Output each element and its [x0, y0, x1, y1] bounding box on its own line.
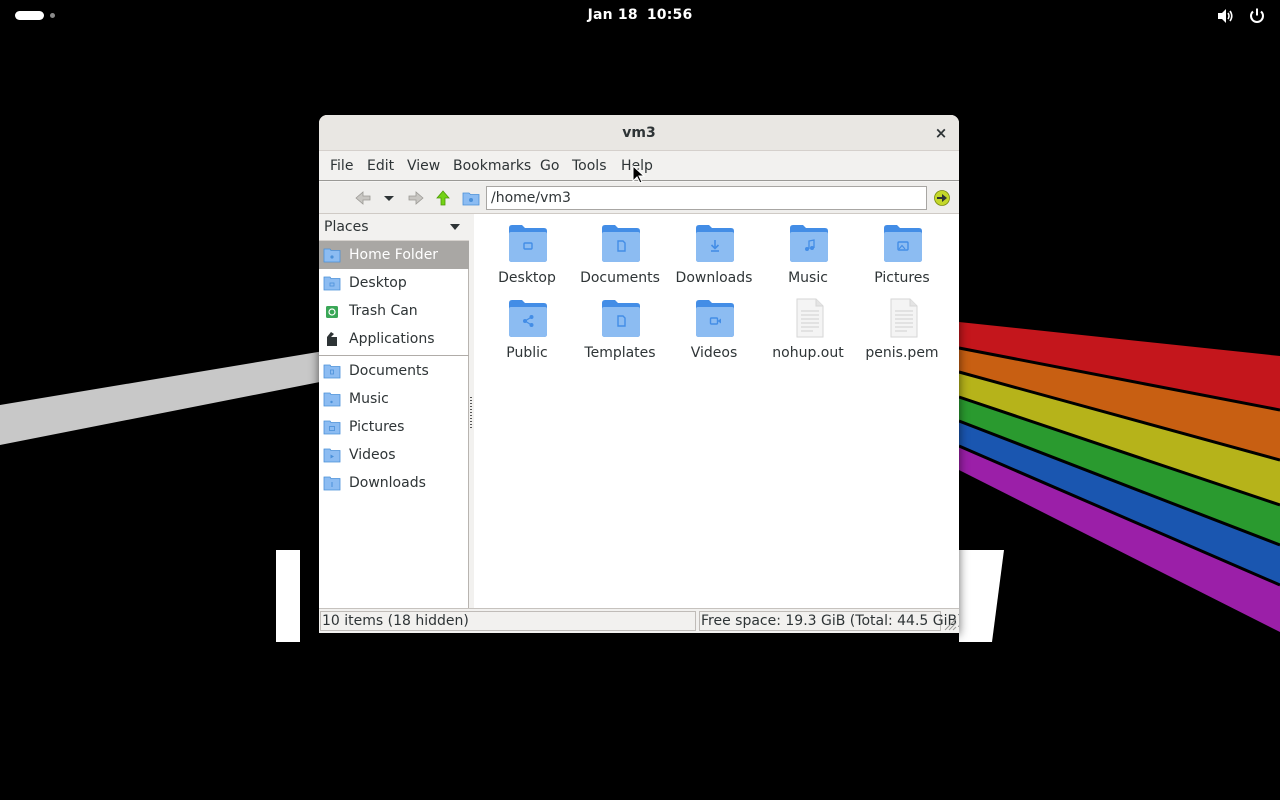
- sidebar-item-label: Documents: [349, 363, 429, 379]
- item-count-status: 10 items (18 hidden): [320, 611, 696, 631]
- applications-icon: [327, 332, 337, 346]
- file-item-public[interactable]: Public: [481, 289, 573, 361]
- toolbar: [319, 182, 959, 214]
- sidebar-item-trash-can[interactable]: Trash Can: [319, 297, 469, 325]
- file-item-templates[interactable]: Templates: [574, 289, 666, 361]
- videos-folder-icon: [323, 448, 341, 463]
- chevron-down-icon[interactable]: [450, 224, 460, 230]
- splitter-grip: [470, 397, 472, 429]
- places-header-label: Places: [324, 219, 369, 235]
- file-label: Templates: [584, 345, 656, 361]
- close-icon[interactable]: ×: [931, 123, 951, 143]
- places-sidebar: Places Home Folder Desktop Trash Can App…: [319, 214, 469, 608]
- sidebar-item-home-folder[interactable]: Home Folder: [319, 241, 469, 269]
- public-folder-icon: [509, 300, 547, 337]
- sidebar-item-applications[interactable]: Applications: [319, 325, 469, 353]
- file-item-pictures[interactable]: Pictures: [856, 214, 948, 286]
- menu-tools[interactable]: Tools: [572, 158, 607, 174]
- file-manager-window: vm3 × File Edit View Bookmarks Go Tools …: [319, 115, 959, 633]
- history-dropdown-icon[interactable]: [379, 188, 399, 208]
- sidebar-item-label: Videos: [349, 447, 396, 463]
- pictures-folder-icon: [323, 420, 341, 435]
- menu-edit[interactable]: Edit: [367, 158, 394, 174]
- sidebar-item-videos[interactable]: Videos: [319, 441, 469, 469]
- sidebar-item-music[interactable]: Music: [319, 385, 469, 413]
- sidebar-item-label: Home Folder: [349, 247, 439, 263]
- sidebar-item-pictures[interactable]: Pictures: [319, 413, 469, 441]
- places-header[interactable]: Places: [319, 214, 469, 241]
- title-bar[interactable]: vm3 ×: [319, 115, 959, 151]
- pictures-folder-icon: [884, 225, 922, 262]
- file-item-music[interactable]: Music: [762, 214, 854, 286]
- home-folder-icon: [323, 248, 341, 263]
- sidebar-item-label: Desktop: [349, 275, 407, 291]
- file-view: Desktop Documents Downloads Music Pictur…: [474, 214, 959, 608]
- music-folder-icon: [790, 225, 828, 262]
- sidebar-item-label: Pictures: [349, 419, 405, 435]
- system-tray[interactable]: [1207, 7, 1266, 25]
- menu-bookmarks[interactable]: Bookmarks: [453, 158, 531, 174]
- file-item-videos[interactable]: Videos: [668, 289, 760, 361]
- status-bar: 10 items (18 hidden) Free space: 19.3 Gi…: [319, 608, 959, 633]
- menu-go[interactable]: Go: [540, 158, 559, 174]
- sidebar-item-label: Applications: [349, 331, 435, 347]
- file-item-penis-pem[interactable]: penis.pem: [856, 289, 948, 361]
- up-arrow-icon[interactable]: [433, 188, 453, 208]
- menu-file[interactable]: File: [330, 158, 353, 174]
- file-label: Public: [506, 345, 548, 361]
- desktop-folder-icon: [509, 225, 547, 262]
- file-item-nohup-out[interactable]: nohup.out: [762, 289, 854, 361]
- file-item-documents[interactable]: Documents: [574, 214, 666, 286]
- mouse-pointer-icon: [632, 165, 646, 184]
- file-label: Desktop: [498, 270, 556, 286]
- sidebar-divider: [319, 355, 469, 356]
- templates-folder-icon: [602, 300, 640, 337]
- file-label: Downloads: [675, 270, 753, 286]
- downloads-folder-icon: [696, 225, 734, 262]
- file-label: Music: [788, 270, 828, 286]
- clock[interactable]: Jan 18 10:56: [0, 7, 1280, 23]
- text-file-icon: [890, 298, 918, 338]
- file-item-downloads[interactable]: Downloads: [668, 214, 760, 286]
- top-bar: Jan 18 10:56: [0, 0, 1280, 32]
- file-label: Pictures: [874, 270, 930, 286]
- forward-arrow-icon[interactable]: [406, 188, 426, 208]
- documents-folder-icon: [602, 225, 640, 262]
- desktop-folder-icon: [323, 276, 341, 291]
- window-title: vm3: [622, 125, 656, 141]
- power-icon[interactable]: [1248, 7, 1266, 25]
- resize-grip-icon[interactable]: [943, 617, 957, 631]
- file-label: Documents: [580, 270, 660, 286]
- clock-time: 10:56: [646, 7, 693, 23]
- sidebar-item-documents[interactable]: Documents: [319, 357, 469, 385]
- music-folder-icon: [323, 392, 341, 407]
- menu-view[interactable]: View: [407, 158, 440, 174]
- file-label: penis.pem: [865, 345, 939, 361]
- volume-icon[interactable]: [1216, 7, 1234, 25]
- trash-icon: [326, 306, 338, 318]
- sidebar-item-label: Downloads: [349, 475, 426, 491]
- sidebar-item-desktop[interactable]: Desktop: [319, 269, 469, 297]
- text-file-icon: [796, 298, 824, 338]
- sidebar-item-downloads[interactable]: Downloads: [319, 469, 469, 497]
- file-label: Videos: [690, 345, 738, 361]
- file-item-desktop[interactable]: Desktop: [481, 214, 573, 286]
- sidebar-item-label: Music: [349, 391, 389, 407]
- home-folder-icon[interactable]: [461, 188, 481, 208]
- documents-folder-icon: [323, 364, 341, 379]
- file-label: nohup.out: [772, 345, 844, 361]
- downloads-folder-icon: [323, 476, 341, 491]
- back-arrow-icon[interactable]: [353, 188, 373, 208]
- location-input[interactable]: [486, 186, 927, 210]
- clock-date: Jan 18: [587, 7, 638, 23]
- sidebar-item-label: Trash Can: [349, 303, 418, 319]
- free-space-status: Free space: 19.3 GiB (Total: 44.5 GiB): [699, 611, 959, 631]
- go-icon[interactable]: [932, 188, 952, 208]
- videos-folder-icon: [696, 300, 734, 337]
